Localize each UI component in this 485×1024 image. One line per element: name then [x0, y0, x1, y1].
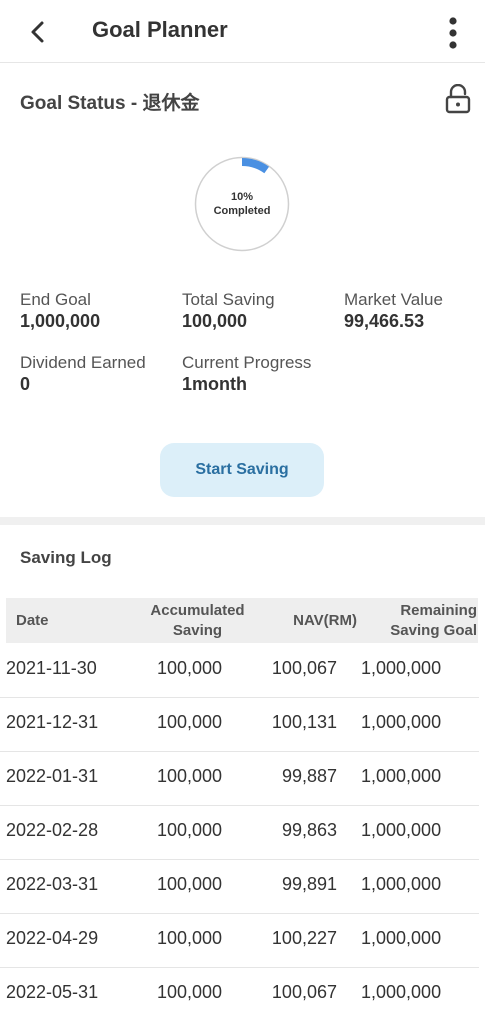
stat-dividend: Dividend Earned 0 [20, 353, 146, 395]
market-value-label: Market Value [344, 290, 443, 309]
cell-date: 2022-05-31 [6, 982, 99, 1002]
back-button[interactable] [24, 18, 52, 46]
cell-remaining: 1,000,000 [361, 712, 442, 732]
end-goal-value: 1,000,000 [20, 311, 101, 331]
cell-nav: 99,891 [281, 874, 337, 894]
column-header-accumulated-line2: Saving [172, 622, 223, 639]
column-header-date: Date [16, 612, 49, 629]
stat-end-goal: End Goal 1,000,000 [20, 290, 100, 332]
cell-date: 2022-01-31 [6, 766, 99, 786]
more-vertical-icon [449, 17, 457, 49]
column-header-accumulated-line1: Accumulated [150, 602, 245, 619]
cell-nav: 100,227 [271, 928, 337, 948]
goal-status-title: Goal Status - 退休金 [20, 93, 200, 114]
stat-total-saving: Total Saving 100,000 [182, 290, 275, 332]
cell-remaining: 1,000,000 [361, 874, 442, 894]
market-value-value: 99,466.53 [344, 311, 425, 331]
stat-current-progress: Current Progress 1month [182, 353, 311, 395]
table-row: 2021-12-31 100,000 100,131 1,000,000 [0, 697, 479, 752]
cell-remaining: 1,000,000 [361, 658, 442, 678]
cell-date: 2022-02-28 [6, 820, 99, 840]
cell-nav: 99,863 [281, 820, 337, 840]
cell-nav: 100,067 [271, 658, 337, 678]
cell-accumulated: 100,000 [157, 658, 223, 678]
table-row: 2022-03-31 100,000 99,891 1,000,000 [0, 859, 479, 914]
progress-percent: 10% [230, 191, 254, 203]
table-row: 2022-04-29 100,000 100,227 1,000,000 [0, 913, 479, 968]
cell-nav: 100,067 [271, 982, 337, 1002]
cell-remaining: 1,000,000 [361, 820, 442, 840]
cell-accumulated: 100,000 [157, 712, 223, 732]
cell-remaining: 1,000,000 [361, 928, 442, 948]
cell-accumulated: 100,000 [157, 982, 223, 1002]
cell-nav: 100,131 [271, 712, 337, 732]
more-options-button[interactable] [440, 16, 466, 50]
column-header-remaining: Remaining Saving Goal [390, 601, 477, 641]
table-row: 2022-01-31 100,000 99,887 1,000,000 [0, 751, 479, 806]
app-bar: Goal Planner [0, 0, 485, 63]
section-divider [0, 517, 485, 525]
chevron-left-icon [31, 21, 44, 43]
cell-date: 2022-03-31 [6, 874, 99, 894]
cell-accumulated: 100,000 [157, 766, 223, 786]
progress-completed-label: Completed [213, 205, 271, 217]
unlock-icon[interactable] [444, 83, 472, 114]
end-goal-label: End Goal [20, 290, 91, 309]
progress-arc [241, 158, 270, 174]
table-row: 2022-05-31 100,000 100,067 1,000,000 [0, 967, 479, 1021]
cell-nav: 99,887 [281, 766, 337, 786]
current-progress-label: Current Progress [182, 353, 312, 372]
table-row: 2021-11-30 100,000 100,067 1,000,000 [0, 643, 479, 698]
current-progress-value: 1month [182, 374, 247, 394]
cell-date: 2021-11-30 [6, 658, 97, 678]
start-saving-button[interactable]: Start Saving [160, 443, 324, 497]
column-header-accumulated: Accumulated Saving [130, 601, 265, 641]
progress-label: 10% Completed [194, 190, 290, 218]
table-row: 2022-02-28 100,000 99,863 1,000,000 [0, 805, 479, 860]
cell-date: 2021-12-31 [6, 712, 99, 732]
total-saving-label: Total Saving [182, 290, 275, 309]
cell-accumulated: 100,000 [157, 928, 223, 948]
dividend-value: 0 [20, 374, 31, 394]
stat-market-value: Market Value 99,466.53 [344, 290, 443, 332]
cell-date: 2022-04-29 [6, 928, 99, 948]
column-header-remaining-line2: Saving Goal [390, 622, 477, 639]
cell-remaining: 1,000,000 [361, 982, 442, 1002]
total-saving-value: 100,000 [182, 311, 248, 331]
cell-accumulated: 100,000 [157, 820, 223, 840]
column-header-nav: NAV(RM) [293, 612, 357, 629]
cell-remaining: 1,000,000 [361, 766, 442, 786]
dividend-label: Dividend Earned [20, 353, 146, 372]
column-header-remaining-line1: Remaining [400, 602, 477, 619]
saving-log-title: Saving Log [20, 548, 112, 567]
cell-accumulated: 100,000 [157, 874, 223, 894]
page-title: Goal Planner [92, 17, 228, 42]
